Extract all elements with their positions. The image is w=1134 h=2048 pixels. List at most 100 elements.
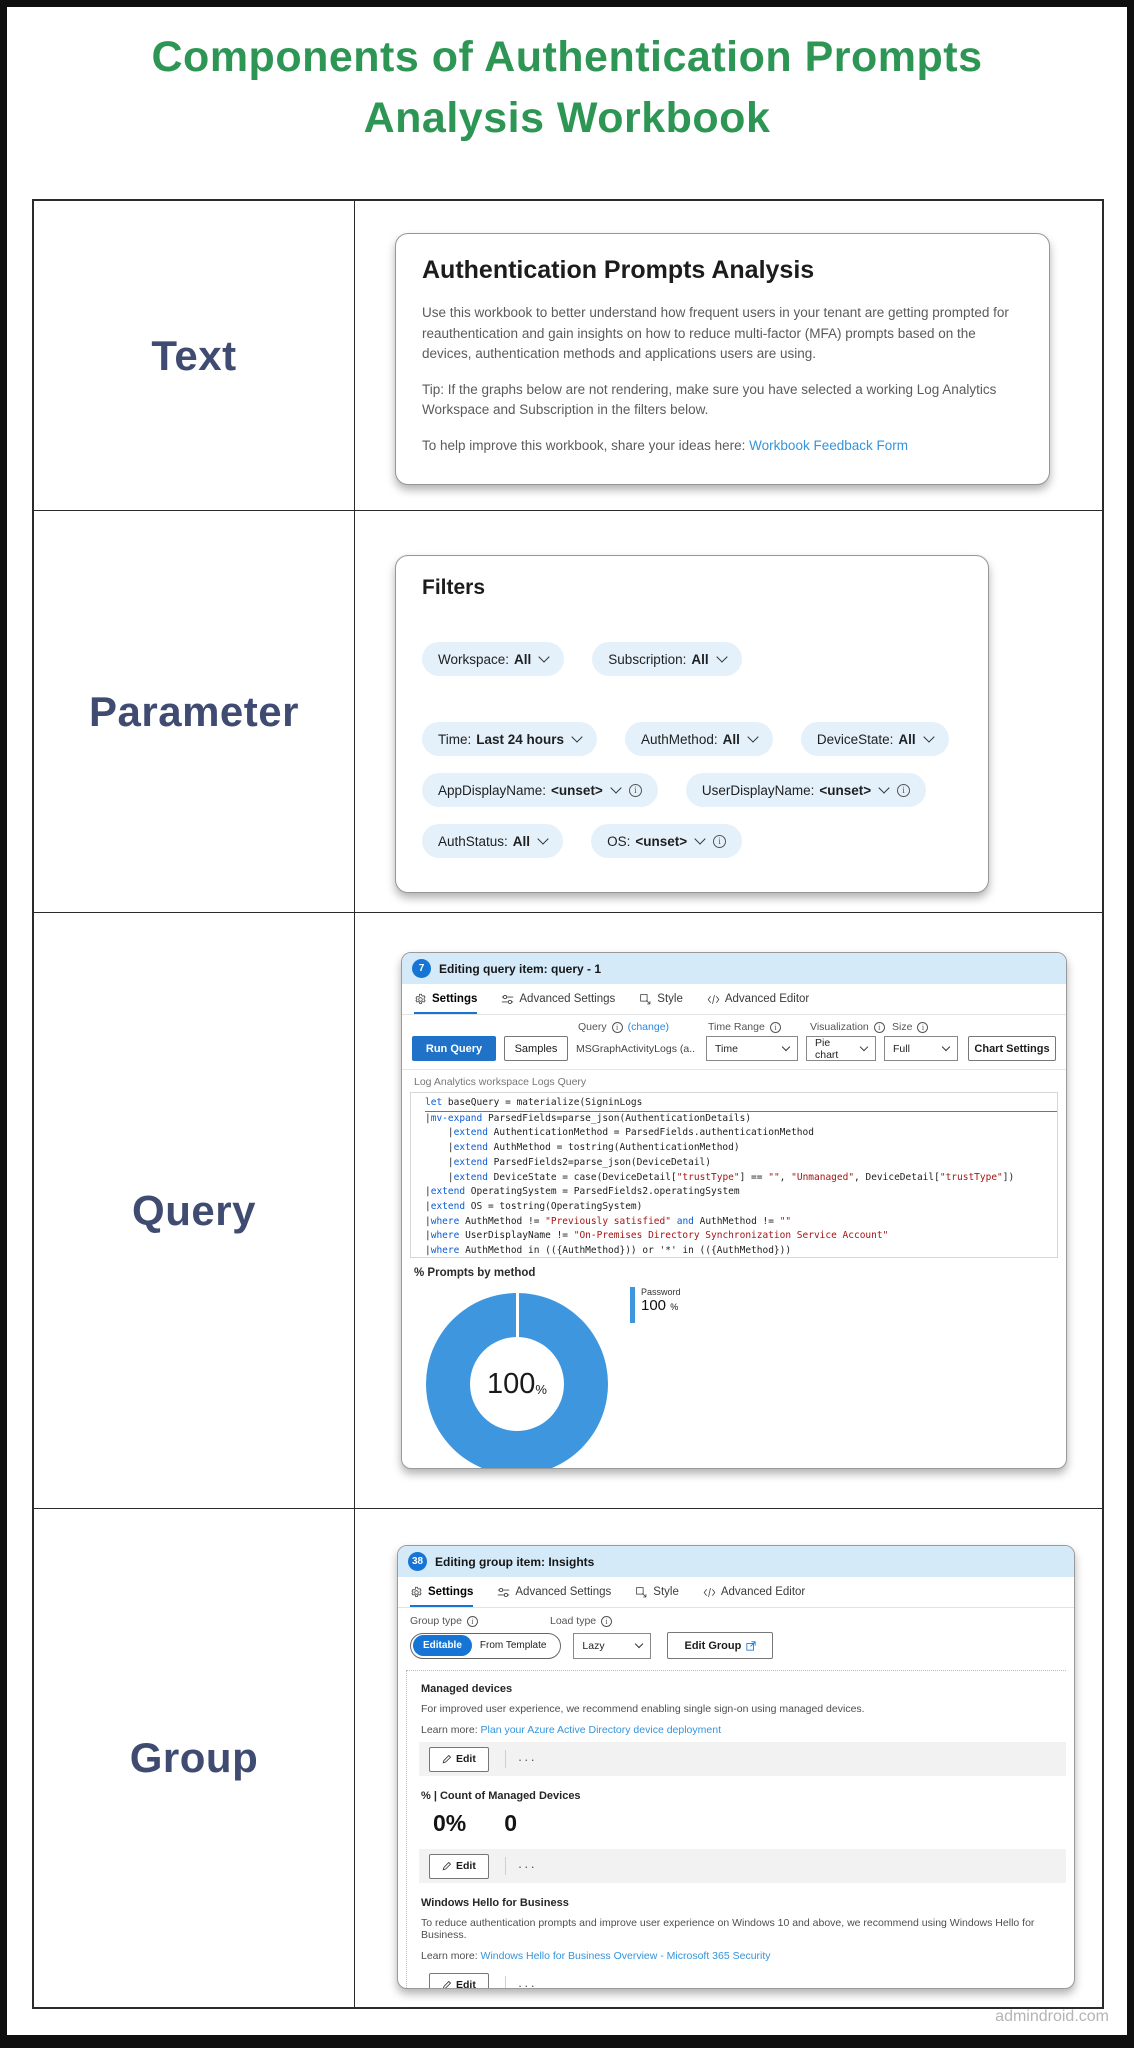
external-link-icon (746, 1640, 756, 1651)
more-options-button[interactable]: ··· (518, 1752, 537, 1767)
group-content: Managed devices For improved user experi… (406, 1670, 1066, 1989)
row-content-cell-parameter: Filters Workspace: All Subscription: All T… (355, 511, 1102, 913)
chevron-down-icon (715, 651, 728, 663)
filter-pill-subscription[interactable]: Subscription: All (592, 642, 742, 676)
query-toolbar-labels: Query(change) Time Range Visualization S… (402, 1015, 1066, 1036)
step-number-badge: 7 (412, 959, 431, 978)
info-icon[interactable] (601, 1615, 613, 1627)
page-title: Components of Authentication Prompts Ana… (7, 27, 1127, 149)
divider (504, 1976, 506, 1988)
filter-pill-time[interactable]: Time: Last 24 hours (422, 722, 598, 756)
section-heading: % | Count of Managed Devices (421, 1790, 581, 1802)
query-editor-header: 7 Editing query item: query - 1 (402, 953, 1066, 984)
info-icon[interactable] (917, 1021, 929, 1033)
row-label-cell-parameter: Parameter (34, 511, 355, 913)
tab-style[interactable]: Style (639, 984, 683, 1014)
filter-pill-workspace[interactable]: Workspace: All (422, 642, 565, 676)
info-icon[interactable] (769, 1021, 781, 1033)
style-icon (640, 993, 651, 1004)
edit-button[interactable]: Edit (429, 1972, 489, 1988)
filter-row-2: Time: Last 24 hours AuthMethod: All Device… (422, 722, 988, 756)
tab-style[interactable]: Style (635, 1577, 679, 1607)
group-type-label: Group type (410, 1615, 550, 1627)
legend-series-name: Password (641, 1287, 681, 1297)
load-type-select[interactable]: Lazy (573, 1632, 652, 1659)
tab-advanced-settings[interactable]: Advanced Settings (501, 984, 615, 1014)
chevron-down-icon (878, 782, 890, 794)
chevron-down-icon (923, 731, 935, 743)
query-editor-tabs: Settings Advanced Settings Style Advance… (402, 984, 1066, 1015)
group-type-toggle[interactable]: Editable From Template (410, 1632, 562, 1659)
chevron-down-icon (538, 651, 550, 663)
chevron-down-icon (781, 1042, 791, 1052)
donut-chart: 100 % (426, 1293, 608, 1468)
info-icon[interactable] (466, 1615, 478, 1627)
filter-pill-authmethod[interactable]: AuthMethod: All (625, 722, 773, 756)
workbook-feedback-line: To help improve this workbook, share you… (422, 437, 908, 453)
filter-pill-authstatus[interactable]: AuthStatus: All (422, 824, 564, 858)
chevron-down-icon (610, 782, 622, 794)
page-title-line2: Analysis Workbook (363, 94, 771, 143)
style-icon (636, 1586, 647, 1597)
load-type-label: Load type (550, 1615, 613, 1627)
filter-row-4: AuthStatus: All OS: <unset> (422, 824, 988, 858)
tab-advanced-editor[interactable]: Advanced Editor (703, 1577, 805, 1607)
chevron-down-icon (694, 833, 706, 845)
query-toolbar: Run Query Samples MSGraphActivityLogs (a… (402, 1036, 1066, 1069)
pencil-icon (442, 1754, 452, 1764)
feedback-form-link[interactable]: Workbook Feedback Form (749, 438, 908, 453)
time-range-select[interactable]: Time (706, 1036, 798, 1061)
pencil-icon (442, 1861, 452, 1871)
learn-more-link[interactable]: Plan your Azure Active Directory device … (481, 1724, 721, 1736)
kql-code[interactable]: let baseQuery = materialize(SigninLogs |m… (410, 1092, 1058, 1258)
edit-group-button[interactable]: Edit Group (667, 1632, 774, 1659)
info-icon[interactable] (611, 1021, 623, 1033)
donut-center: 100 % (470, 1337, 564, 1431)
item-edit-strip: Edit ··· (419, 1968, 1066, 1989)
section-body: To reduce authentication prompts and imp… (421, 1917, 1035, 1941)
tab-settings[interactable]: Settings (414, 984, 478, 1014)
more-options-button[interactable]: ··· (518, 1978, 537, 1989)
change-query-link[interactable]: (change) (628, 1021, 669, 1033)
filter-pill-os[interactable]: OS: <unset> (591, 824, 743, 858)
group-editor-tabs: Settings Advanced Settings Style Advance… (398, 1577, 1074, 1608)
more-options-button[interactable]: ··· (518, 1859, 537, 1874)
sliders-icon (498, 1587, 510, 1597)
row-label-cell-text: Text (34, 201, 355, 511)
tab-advanced-settings[interactable]: Advanced Settings (497, 1577, 611, 1607)
learn-more-link[interactable]: Windows Hello for Business Overview - Mi… (481, 1950, 771, 1962)
samples-button[interactable]: Samples (504, 1036, 568, 1061)
run-query-button[interactable]: Run Query (412, 1036, 496, 1061)
query-source-value[interactable]: MSGraphActivityLogs (a... (576, 1043, 696, 1055)
info-icon[interactable] (713, 834, 727, 848)
size-label: Size (892, 1021, 929, 1033)
filter-pill-userdisplayname[interactable]: UserDisplayName: <unset> (685, 773, 927, 807)
edit-button[interactable]: Edit (429, 1746, 489, 1772)
info-icon[interactable] (873, 1021, 885, 1033)
sliders-icon (502, 994, 514, 1004)
visualization-select[interactable]: Pie chart (806, 1036, 876, 1061)
section-heading: Windows Hello for Business (421, 1897, 569, 1909)
row-content-cell-group: 38 Editing group item: Insights Settings… (355, 1509, 1102, 2007)
info-icon[interactable] (897, 783, 911, 797)
info-icon[interactable] (628, 783, 642, 797)
gear-icon (411, 1586, 422, 1597)
tab-settings[interactable]: Settings (410, 1577, 474, 1607)
chart-settings-button[interactable]: Chart Settings (968, 1036, 1056, 1061)
count-value: 0 (504, 1810, 518, 1836)
filter-pill-devicestate[interactable]: DeviceState: All (800, 722, 949, 756)
learn-more-line: Learn more: Windows Hello for Business O… (421, 1950, 771, 1962)
chart-title: % Prompts by method (414, 1267, 536, 1279)
toggle-option-from-template[interactable]: From Template (472, 1640, 551, 1651)
page-title-line1: Components of Authentication Prompts (151, 33, 983, 81)
tab-advanced-editor[interactable]: Advanced Editor (707, 984, 809, 1014)
edit-button[interactable]: Edit (429, 1853, 489, 1879)
row-content-cell-text: Authentication Prompts Analysis Use this… (355, 201, 1102, 511)
filter-row-3: AppDisplayName:<unset> UserDisplayName:<… (422, 773, 988, 807)
size-select[interactable]: Full (884, 1036, 958, 1061)
gear-icon (415, 993, 426, 1004)
toggle-option-editable[interactable]: Editable (413, 1635, 472, 1656)
group-editor-title: Editing group item: Insights (435, 1554, 595, 1569)
group-toolbar: Editable From Template Lazy Edit Group (398, 1630, 1074, 1666)
filter-pill-appdisplayname[interactable]: AppDisplayName: <unset> (422, 773, 658, 807)
